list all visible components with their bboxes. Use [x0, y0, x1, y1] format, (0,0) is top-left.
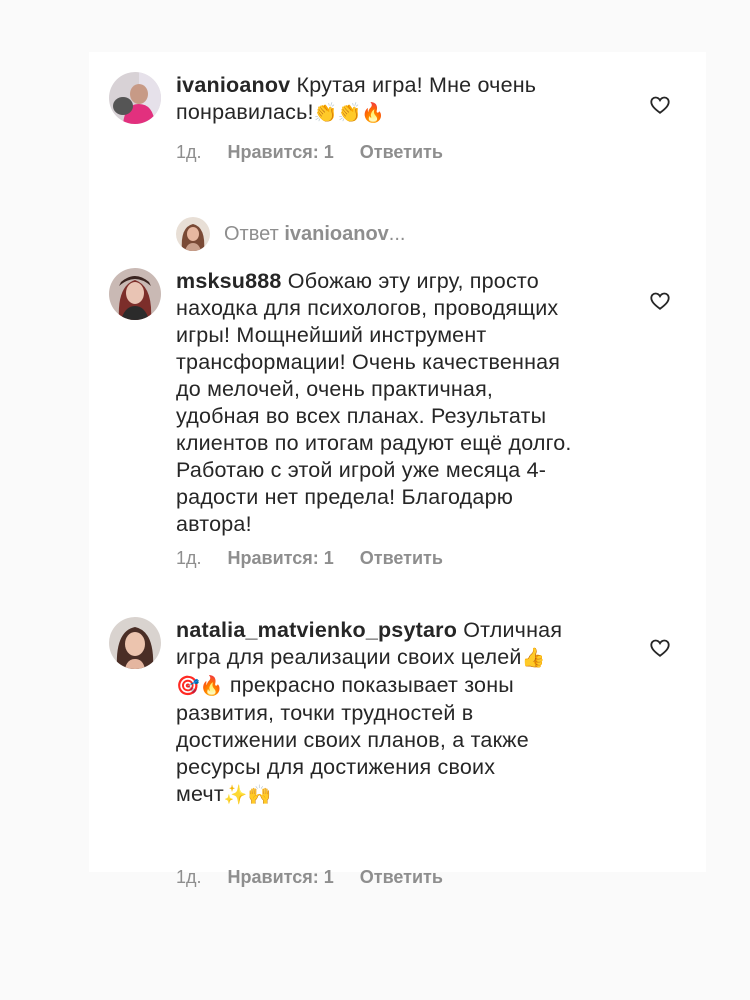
likes-count[interactable]: Нравится: 1 — [228, 548, 334, 569]
comment-text: ivanioanov Крутая игра! Мне очень понрав… — [176, 72, 616, 127]
comment-text: natalia_matvienko_psytaro Отличная игра … — [176, 617, 616, 809]
comment-body: Обожаю эту игру, просто находка для псих… — [176, 269, 572, 536]
comment-emoji: ✨🙌 — [223, 785, 272, 806]
comment-username[interactable]: natalia_matvienko_psytaro — [176, 618, 457, 642]
heart-outline-icon[interactable] — [649, 637, 671, 659]
avatar — [176, 217, 210, 251]
comment-emoji: 🎯🔥 — [176, 676, 224, 697]
view-replies[interactable]: Ответ ivanioanov... — [176, 217, 405, 251]
comment-text: msksu888 Обожаю эту игру, просто находка… — [176, 268, 616, 538]
reply-button[interactable]: Ответить — [360, 548, 443, 569]
avatar[interactable] — [109, 268, 161, 320]
comment-time: 1д. — [176, 548, 202, 568]
comment-username[interactable]: msksu888 — [176, 269, 282, 293]
comment-meta: 1д. Нравится: 1 Ответить — [176, 548, 443, 569]
comment-meta: 1д. Нравится: 1 Ответить — [176, 142, 443, 163]
reply-button[interactable]: Ответить — [360, 867, 443, 888]
comment-emoji: 👍 — [521, 648, 546, 669]
comment-username[interactable]: ivanioanov — [176, 73, 290, 97]
replies-label: Ответ ivanioanov... — [224, 222, 406, 245]
comment-emoji: 👏👏🔥 — [313, 103, 386, 124]
comment-time: 1д. — [176, 867, 202, 887]
heart-outline-icon[interactable] — [649, 290, 671, 312]
reply-button[interactable]: Ответить — [360, 142, 443, 163]
avatar[interactable] — [109, 617, 161, 669]
likes-count[interactable]: Нравится: 1 — [228, 142, 334, 163]
comment-time: 1д. — [176, 142, 202, 162]
avatar[interactable] — [109, 72, 161, 124]
comment-meta: 1д. Нравится: 1 Ответить — [176, 867, 443, 888]
likes-count[interactable]: Нравится: 1 — [228, 867, 334, 888]
comments-panel: ivanioanov Крутая игра! Мне очень понрав… — [89, 52, 706, 887]
heart-outline-icon[interactable] — [649, 94, 671, 116]
